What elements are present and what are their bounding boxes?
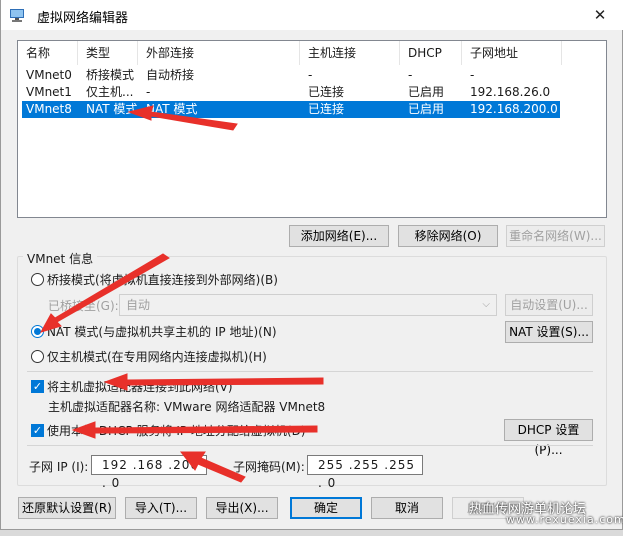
row-name: VMnet1 — [26, 85, 72, 99]
chevron-down-icon: ⌵ — [482, 299, 490, 310]
column-header-host[interactable]: 主机连接 — [300, 41, 400, 65]
background-strip — [0, 530, 623, 536]
row-external: NAT 模式 — [146, 102, 198, 116]
row-type: 仅主机... — [86, 85, 134, 99]
bridged-to-select[interactable]: 自动 ⌵ — [119, 294, 497, 316]
row-dhcp: 已启用 — [408, 102, 445, 116]
import-button[interactable]: 导入(T)... — [125, 497, 197, 519]
host-only-radio[interactable] — [31, 350, 44, 363]
subnet-ip-label: 子网 IP (I): — [29, 460, 89, 474]
row-host: 已连接 — [308, 85, 345, 99]
subnet-mask-label: 子网掩码(M): — [233, 460, 305, 474]
row-subnet: - — [470, 68, 475, 82]
column-header-dhcp[interactable]: DHCP — [400, 41, 462, 65]
column-header-external[interactable]: 外部连接 — [138, 41, 300, 65]
rename-network-button[interactable]: 重命名网络(W)... — [506, 225, 605, 247]
divider — [27, 445, 593, 446]
row-dhcp: 已启用 — [408, 85, 445, 99]
row-host: - — [308, 68, 313, 82]
row-name: VMnet8 — [26, 102, 72, 116]
row-subnet: 192.168.200.0 — [470, 102, 558, 116]
table-row[interactable]: VMnet1 仅主机... - 已连接 已启用 192.168.26.0 — [18, 84, 606, 101]
nat-mode-radio[interactable] — [31, 325, 44, 338]
dhcp-checkbox[interactable]: ✓ — [31, 424, 44, 437]
cancel-button[interactable]: 取消 — [371, 497, 443, 519]
subnet-ip-input[interactable]: 192 .168 .200 . 0 — [91, 455, 207, 490]
vmnet-info-title: VMnet 信息 — [23, 250, 98, 267]
virtual-network-editor-window: 虚拟网络编辑器 ✕ 名称 类型 外部连接 主机连接 DHCP 子网地址 VMne… — [0, 0, 623, 530]
list-header: 名称 类型 外部连接 主机连接 DHCP 子网地址 — [18, 41, 606, 65]
bridged-to-label: 已桥接至(G): — [48, 299, 119, 313]
title-bar: 虚拟网络编辑器 ✕ — [1, 0, 623, 30]
watermark-url: www.rexuexia.com — [506, 513, 623, 526]
dhcp-label[interactable]: 使用本地 DHCP 服务将 IP 地址分配给虚拟机(D) — [47, 422, 306, 439]
divider — [27, 371, 593, 372]
close-icon[interactable]: ✕ — [578, 0, 622, 30]
row-external: - — [146, 85, 151, 99]
row-type: NAT 模式 — [86, 102, 138, 116]
export-button[interactable]: 导出(X)... — [206, 497, 278, 519]
row-host: 已连接 — [308, 102, 345, 116]
table-row[interactable]: VMnet0 桥接模式 自动桥接 - - - — [18, 67, 606, 84]
row-subnet: 192.168.26.0 — [470, 85, 551, 99]
row-type: 桥接模式 — [86, 68, 135, 82]
row-external: 自动桥接 — [146, 68, 195, 82]
dhcp-settings-button[interactable]: DHCP 设置(P)... — [504, 419, 593, 457]
connect-adapter-checkbox[interactable]: ✓ — [31, 380, 44, 393]
bridged-mode-radio[interactable] — [31, 273, 44, 286]
bridged-mode-label[interactable]: 桥接模式(将虚拟机直接连接到外部网络)(B) — [47, 271, 278, 288]
column-header-subnet[interactable]: 子网地址 — [462, 41, 562, 65]
bridged-to-value: 自动 — [126, 298, 151, 312]
add-network-button[interactable]: 添加网络(E)... — [289, 225, 389, 247]
row-name: VMnet0 — [26, 68, 72, 82]
remove-network-button[interactable]: 移除网络(O) — [398, 225, 498, 247]
row-dhcp: - — [408, 68, 413, 82]
column-header-name[interactable]: 名称 — [18, 41, 78, 65]
host-only-label[interactable]: 仅主机模式(在专用网络内连接虚拟机)(H) — [47, 348, 267, 365]
ok-button[interactable]: 确定 — [290, 497, 362, 519]
window-title: 虚拟网络编辑器 — [37, 11, 129, 26]
adapter-name-label: 主机虚拟适配器名称: VMware 网络适配器 VMnet8 — [48, 400, 326, 414]
auto-settings-button[interactable]: 自动设置(U)... — [505, 294, 593, 316]
subnet-mask-input[interactable]: 255 .255 .255 . 0 — [307, 455, 423, 490]
network-app-icon — [10, 9, 24, 22]
network-list[interactable]: 名称 类型 外部连接 主机连接 DHCP 子网地址 VMnet0 桥接模式 自动… — [17, 40, 607, 218]
nat-mode-label[interactable]: NAT 模式(与虚拟机共享主机的 IP 地址)(N) — [47, 323, 277, 340]
column-header-type[interactable]: 类型 — [78, 41, 138, 65]
connect-adapter-label[interactable]: 将主机虚拟适配器连接到此网络(V) — [47, 378, 233, 395]
restore-defaults-button[interactable]: 还原默认设置(R) — [18, 497, 116, 519]
table-row-selected[interactable]: VMnet8 NAT 模式 NAT 模式 已连接 已启用 192.168.200… — [18, 101, 606, 118]
nat-settings-button[interactable]: NAT 设置(S)... — [505, 321, 593, 343]
